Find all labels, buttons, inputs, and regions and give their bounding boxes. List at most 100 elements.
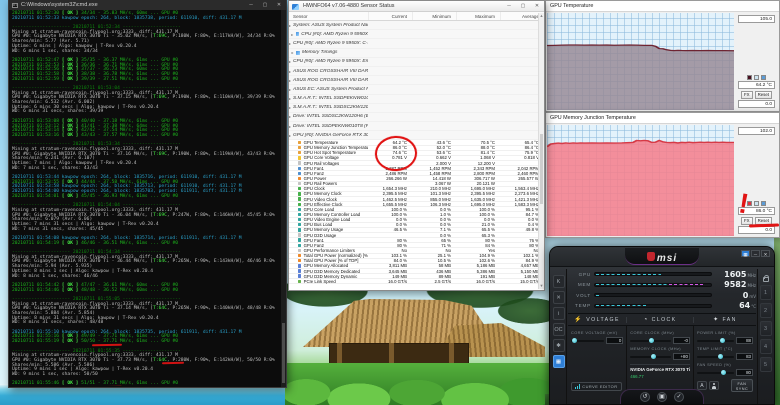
expand-arrow-icon[interactable]: ▸	[289, 50, 296, 55]
column-maximum[interactable]: Maximum	[456, 12, 500, 20]
close-button[interactable]: ✕	[761, 250, 770, 257]
temp-sensor-icon	[298, 140, 302, 145]
fan-speed-slider[interactable]	[696, 369, 734, 375]
hwinfo-title-bar[interactable]: HWiNFO64 v7.06-4880 Sensor Status ─ ▢ ✕	[289, 1, 544, 12]
monitor-icon[interactable]: ▦	[552, 355, 565, 368]
hwinfo-group-row[interactable]: ▸S.M.A.R.T.: INTEL SSDSC2KW120H6 (BTLA60…	[289, 103, 544, 113]
hwinfo-group-row[interactable]: ▸ASUS ROG CROSSHAIR VIII DARK HERO (2ND …	[289, 76, 544, 86]
expand-arrow-icon[interactable]: ▸	[289, 87, 291, 92]
expand-arrow-icon[interactable]: ▸	[289, 96, 291, 101]
apply-button[interactable]: ✓	[674, 392, 684, 402]
scroll-up-arrow[interactable]: ▲	[539, 13, 544, 19]
graph-min-scale[interactable]: 0.0	[738, 226, 775, 234]
close-circle-icon[interactable]: ✕	[552, 291, 565, 304]
profile-button-3[interactable]: 3	[759, 321, 772, 336]
hwinfo-group-row[interactable]: ▸ASUS EC: ASUS System Product Name	[289, 85, 544, 95]
expand-arrow-icon[interactable]: ▸	[289, 32, 296, 37]
detach-button[interactable]: ▦	[741, 250, 750, 257]
core-clock-value[interactable]: -0	[672, 337, 690, 344]
reset-button[interactable]: Reset	[754, 90, 773, 99]
fx-button[interactable]: FX	[740, 90, 753, 99]
grid-color-swatch[interactable]	[761, 75, 766, 80]
close-button[interactable]: ✕	[272, 0, 286, 10]
graph-max-scale[interactable]: 105.0	[738, 15, 775, 23]
expand-arrow-icon[interactable]: ▸	[289, 78, 291, 83]
curve-editor-button[interactable]: CURVE EDITOR	[571, 382, 622, 391]
expand-arrow-icon[interactable]: ▸	[289, 133, 291, 138]
hwinfo-group-row[interactable]: ▸ Memory Timings	[289, 48, 544, 58]
temp-limit-slider[interactable]	[696, 353, 734, 359]
minimize-button[interactable]: ─	[244, 0, 258, 10]
profile-button-5[interactable]: 5	[759, 357, 772, 372]
afterburner-title-bar[interactable]: msi ▦ ─ ✕	[550, 247, 774, 267]
graph-legend-swatches[interactable]	[747, 201, 766, 206]
hwinfo-group-row[interactable]: ▸CPU [#0]: AMD Ryzen 9 5950X: C-State Re…	[289, 39, 544, 49]
fan-speed-value[interactable]: 80	[735, 369, 753, 376]
hwinfo-column-headers[interactable]: Sensor Current Minimum Maximum Average	[289, 12, 544, 21]
auto-fan-button[interactable]: A	[696, 381, 707, 390]
kombustor-icon[interactable]: K	[552, 275, 565, 288]
group-name: ▸CPU [#0]: AMD Ryzen 9 5950X: Enhanced	[289, 59, 368, 64]
background-color-swatch[interactable]	[754, 201, 759, 206]
expand-arrow-icon[interactable]: ▸	[289, 41, 291, 46]
expand-arrow-icon[interactable]: ▸	[289, 69, 291, 74]
expand-arrow-icon[interactable]: ▸	[289, 124, 291, 129]
hwinfo-group-row[interactable]: ▸ CPU [#0]: AMD Ryzen 9 5950X	[289, 30, 544, 40]
readout-label: TEMP	[575, 303, 591, 309]
user-fan-button[interactable]	[708, 381, 719, 390]
minimize-button[interactable]: ─	[502, 1, 516, 11]
lock-icon[interactable]	[762, 274, 769, 282]
scroll-down-arrow[interactable]: ▼	[539, 283, 544, 289]
fan-sync-button[interactable]: FAN SYNC	[730, 379, 753, 392]
expand-arrow-icon[interactable]: ▸	[289, 105, 291, 110]
load-sensor-icon	[298, 243, 302, 248]
close-button[interactable]: ✕	[530, 1, 544, 11]
hwinfo-group-row[interactable]: ▸ASUS ROG CROSSHAIR VIII DARK HERO (Nuvo…	[289, 66, 544, 77]
core-voltage-slider[interactable]	[571, 337, 605, 343]
column-current[interactable]: Current	[368, 12, 412, 20]
column-sensor[interactable]: Sensor	[289, 12, 368, 20]
info-icon[interactable]: i	[552, 307, 565, 320]
reset-button[interactable]: ↺	[640, 392, 650, 402]
column-minimum[interactable]: Minimum	[412, 12, 456, 20]
hwinfo-group-row[interactable]: ▸Drive: INTEL SSDSC2KW120H6 (BTLA60440 0…	[289, 112, 544, 123]
bars-icon	[575, 384, 581, 389]
graph-max-scale[interactable]: 102.0	[738, 127, 775, 135]
grid-color-swatch[interactable]	[761, 201, 766, 206]
core-voltage-value[interactable]: 0	[606, 337, 624, 344]
minimize-button[interactable]: ─	[751, 250, 760, 257]
series-color-swatch[interactable]	[747, 75, 752, 80]
hwinfo-group-row[interactable]: ▸ System: ASUS System Product Name	[289, 21, 544, 31]
oc-scanner-icon[interactable]: OC	[552, 323, 565, 336]
memory-clock-slider[interactable]	[630, 353, 671, 359]
core-clock-slider[interactable]	[630, 337, 671, 343]
temp-limit-value[interactable]: 83	[735, 353, 753, 360]
hwinfo-group-row[interactable]: ▸CPU [#0]: AMD Ryzen 9 5950X: Enhanced	[289, 57, 544, 67]
background-color-swatch[interactable]	[754, 75, 759, 80]
hwinfo-group-row[interactable]: ▸Drive: INTEL SSDPEKNW010T8 (PHNH94251Z7…	[289, 122, 544, 132]
hwinfo-group-row[interactable]: ▸S.M.A.R.T.: INTEL SSDPEKNW010T8 (PHNH94…	[289, 94, 544, 104]
maximize-button[interactable]: ▢	[258, 0, 272, 10]
ok-badge: [ OK ]	[61, 132, 79, 138]
memory-clock-value[interactable]: +80	[672, 353, 690, 360]
maximize-button[interactable]: ▢	[516, 1, 530, 11]
hwinfo-scrollbar[interactable]: ▲ ▼	[538, 13, 544, 289]
gpu-name: NVIDIA GeForce RTX 3070 Ti	[630, 367, 691, 372]
power-limit-slider[interactable]	[696, 337, 734, 343]
terminal-title-bar[interactable]: C:\ C:\Windows\system32\cmd.exe ─ ▢ ✕	[9, 0, 286, 10]
profile-button-2[interactable]: 2	[759, 303, 772, 318]
graph-legend-swatches[interactable]	[747, 75, 766, 80]
settings-gear-icon[interactable]: ✱	[552, 339, 565, 352]
profile-button-4[interactable]: 4	[759, 339, 772, 354]
profile-button-1[interactable]: 1	[759, 285, 772, 300]
expand-arrow-icon[interactable]: ▸	[289, 114, 291, 119]
graph-title-bar[interactable]: GPU Temperature	[546, 1, 779, 12]
expand-arrow-icon[interactable]: ▸	[289, 23, 291, 28]
power-limit-value[interactable]: 88	[735, 337, 753, 344]
graph-min-scale[interactable]: 0.0	[738, 100, 775, 108]
expand-arrow-icon[interactable]: ▸	[289, 59, 291, 64]
terminal-scrollbar[interactable]	[281, 10, 286, 387]
graph-title-bar[interactable]: GPU Memory Junction Temperature	[546, 113, 779, 124]
save-profile-button[interactable]: ▣	[657, 392, 667, 402]
hwinfo-sensor-row[interactable]: PCIe Link Speed 16.0 GT/s 2.5 GT/s 16.0 GT/…	[289, 279, 544, 285]
